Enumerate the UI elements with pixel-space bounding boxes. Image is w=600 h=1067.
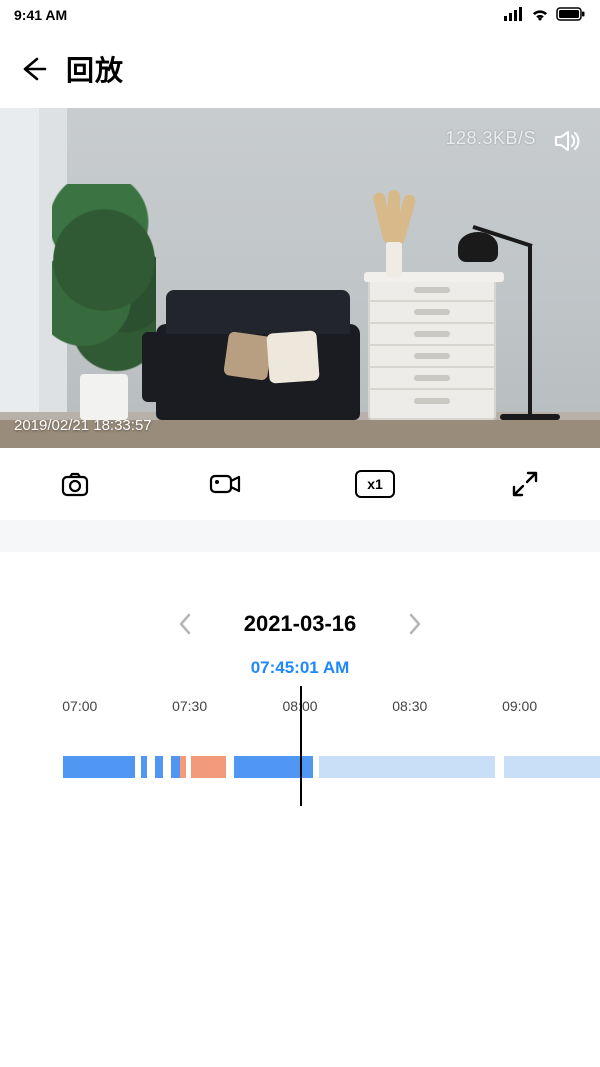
record-button[interactable] — [205, 464, 245, 504]
timeline-segment — [180, 756, 186, 778]
tick-label: 09:00 — [502, 698, 537, 714]
status-indicators — [504, 7, 586, 24]
battery-icon — [556, 7, 586, 24]
page-title: 回放 — [66, 49, 124, 89]
prev-day-button[interactable] — [176, 615, 194, 633]
video-preview[interactable]: 128.3KB/S 2019/02/21 18:33:57 — [0, 108, 600, 448]
timeline-segment — [155, 756, 163, 778]
speed-label: x1 — [355, 470, 395, 498]
timeline-segment — [191, 756, 226, 778]
selected-date[interactable]: 2021-03-16 — [244, 611, 357, 637]
playback-toolbar: x1 — [0, 448, 600, 520]
playhead-indicator — [300, 686, 302, 806]
timeline-segment — [141, 756, 147, 778]
video-record-icon — [208, 468, 242, 500]
playhead-time: 07:45:01 AM — [0, 658, 600, 678]
tick-label: 08:30 — [392, 698, 427, 714]
wifi-icon — [530, 7, 550, 24]
signal-icon — [504, 7, 524, 24]
timeline-segment — [504, 756, 600, 778]
speaker-icon — [552, 126, 582, 156]
back-button[interactable] — [18, 54, 48, 84]
fullscreen-button[interactable] — [505, 464, 545, 504]
scene-decor — [0, 108, 40, 448]
bitrate-label: 128.3KB/S — [445, 128, 536, 149]
video-timestamp: 2019/02/21 18:33:57 — [14, 417, 152, 434]
timeline-segment — [63, 756, 135, 778]
speed-button[interactable]: x1 — [355, 464, 395, 504]
screenshot-button[interactable] — [55, 464, 95, 504]
section-divider — [0, 520, 600, 552]
next-day-button[interactable] — [406, 615, 424, 633]
status-bar: 9:41 AM — [0, 0, 600, 30]
tick-label: 07:00 — [62, 698, 97, 714]
nav-bar: 回放 — [0, 30, 600, 108]
sound-toggle-button[interactable] — [548, 122, 586, 160]
tick-label: 07:30 — [172, 698, 207, 714]
timeline[interactable]: 07:0007:3008:0008:3009:00 — [0, 686, 600, 806]
status-time: 9:41 AM — [14, 7, 67, 23]
expand-icon — [510, 469, 540, 499]
date-picker: 2021-03-16 — [0, 596, 600, 652]
timeline-segment — [319, 756, 495, 778]
camera-icon — [59, 468, 91, 500]
timeline-segment — [171, 756, 180, 778]
